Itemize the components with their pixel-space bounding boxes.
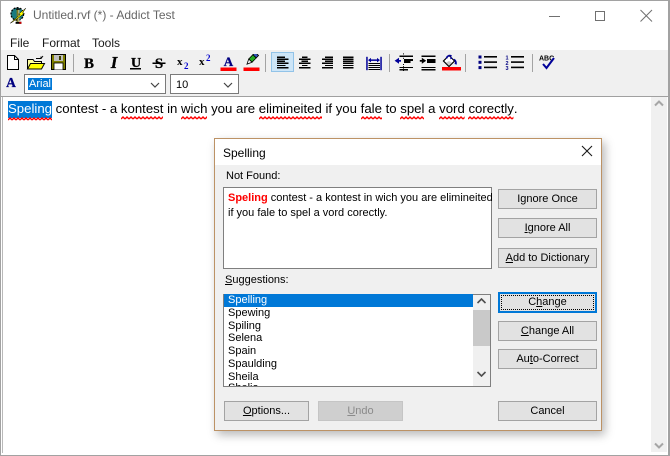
svg-text:2: 2: [184, 61, 189, 71]
svg-text:3: 3: [506, 66, 509, 70]
svg-text:x: x: [177, 56, 183, 68]
svg-text:B: B: [84, 56, 94, 71]
svg-text:A: A: [224, 55, 234, 69]
svg-text:I: I: [110, 55, 119, 71]
svg-text:A: A: [6, 76, 16, 89]
svg-text:x: x: [199, 56, 205, 68]
svg-text:2: 2: [206, 53, 211, 63]
